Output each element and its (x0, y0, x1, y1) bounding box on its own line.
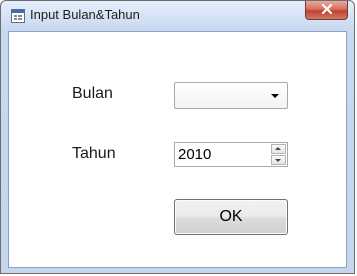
title-bar[interactable]: Input Bulan&Tahun (1, 1, 354, 31)
dialog-content: Bulan Tahun OK (8, 31, 347, 268)
close-icon (321, 1, 333, 19)
chevron-down-icon[interactable] (271, 94, 279, 98)
window-title: Input Bulan&Tahun (30, 7, 140, 22)
tahun-spin-buttons (271, 144, 286, 165)
bulan-label: Bulan (72, 85, 113, 102)
ok-button[interactable]: OK (174, 199, 288, 235)
spin-up-button[interactable] (271, 144, 286, 154)
tahun-label: Tahun (72, 145, 116, 162)
bulan-combobox[interactable] (174, 82, 288, 109)
spin-down-button[interactable] (271, 155, 286, 165)
close-button[interactable] (305, 1, 348, 20)
tahun-spinner[interactable] (174, 142, 288, 167)
dialog-window: Input Bulan&Tahun Bulan Tahun OK (0, 0, 355, 274)
form-window-icon (11, 9, 25, 23)
tahun-input[interactable] (175, 143, 266, 166)
